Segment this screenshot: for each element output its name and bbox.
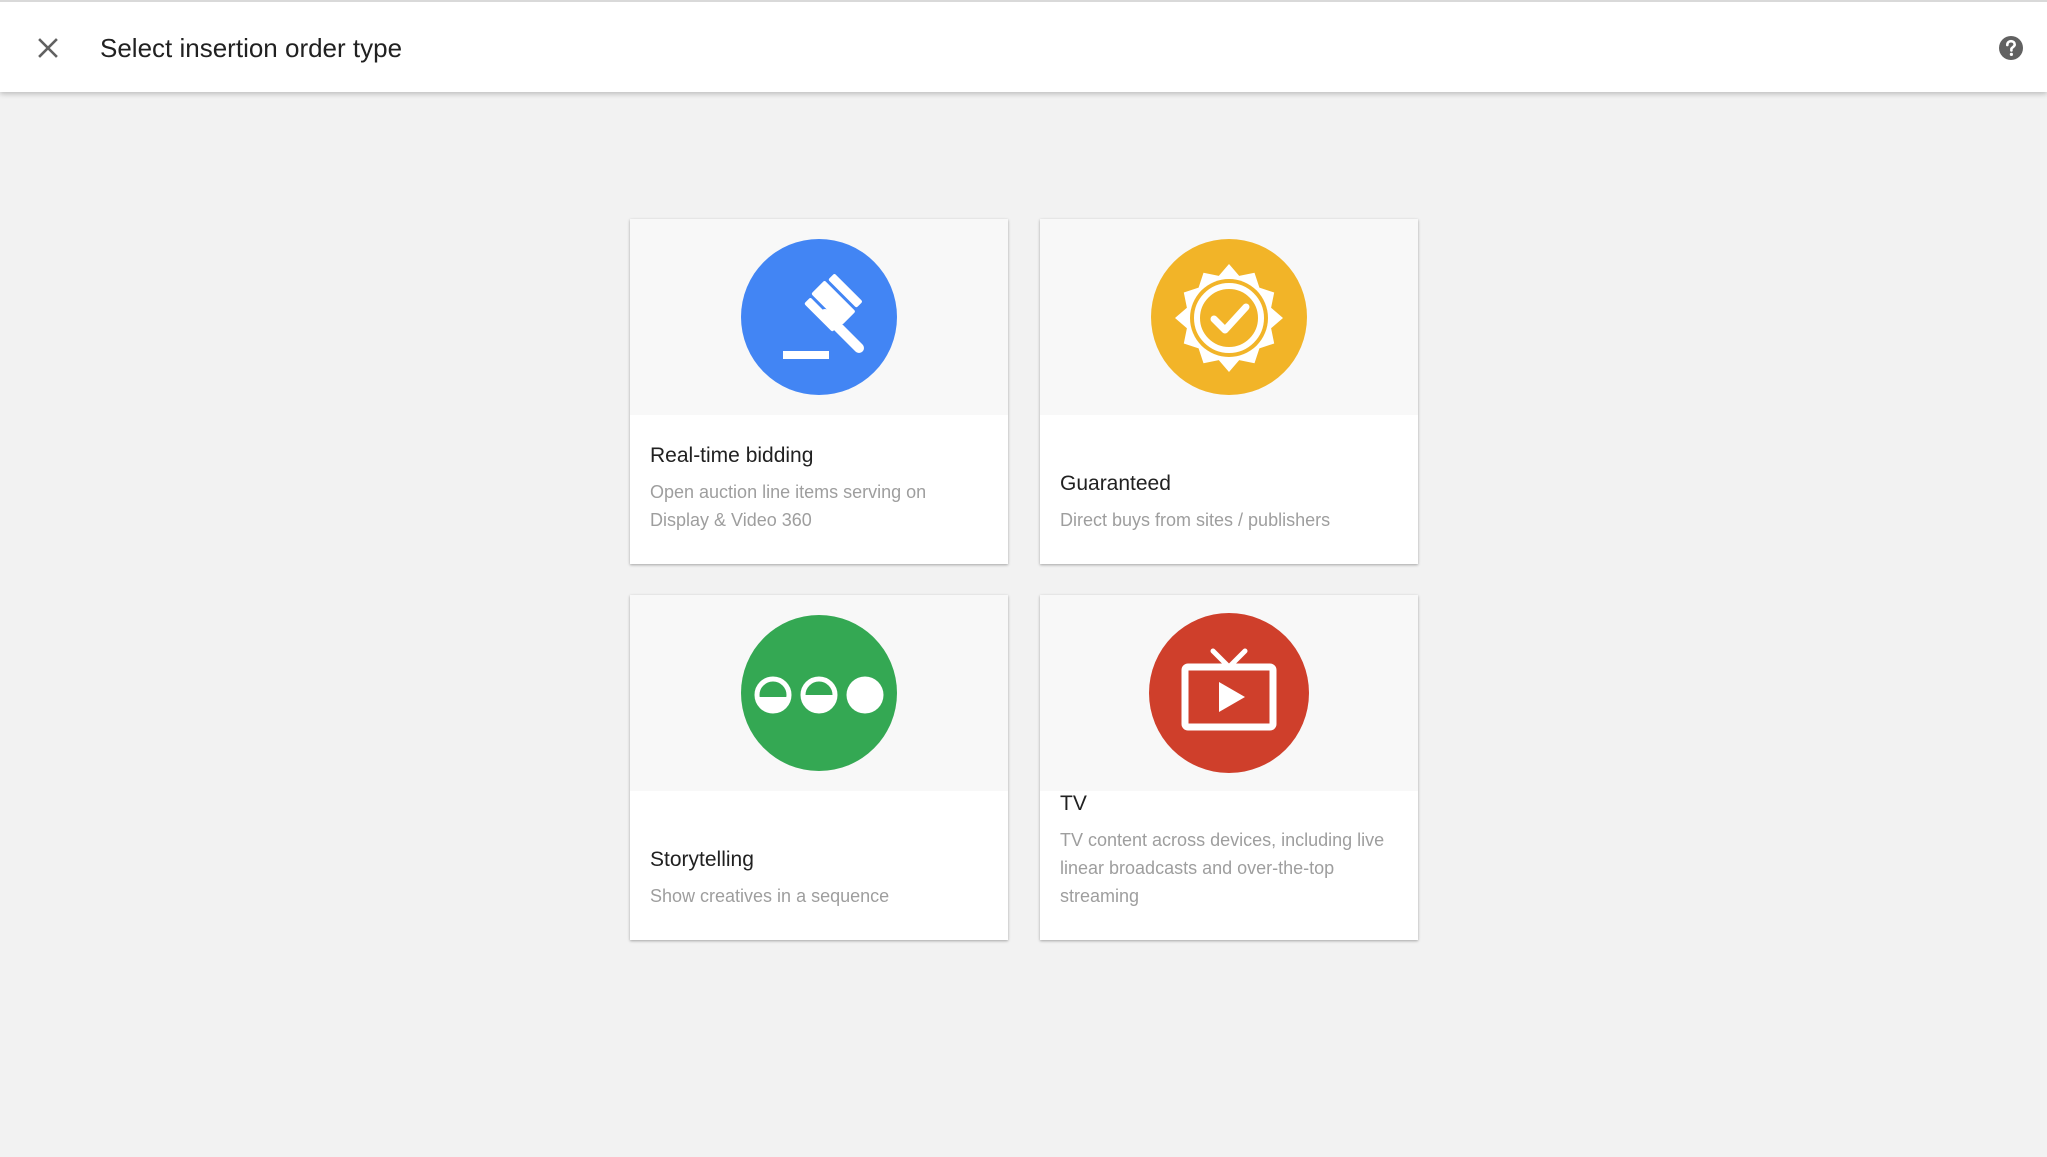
card-title: Real-time bidding xyxy=(650,444,814,467)
card-hero xyxy=(630,595,1008,791)
card-real-time-bidding[interactable]: Real-time bidding Open auction line item… xyxy=(630,219,1008,564)
card-title: Guaranteed xyxy=(1060,472,1171,495)
card-storytelling[interactable]: Storytelling Show creatives in a sequenc… xyxy=(630,595,1008,940)
card-description: TV content across devices, including liv… xyxy=(1060,830,1385,906)
tv-icon xyxy=(1149,613,1309,773)
card-description: Open auction line items serving on Displ… xyxy=(650,482,927,530)
card-tv[interactable]: TV TV content across devices, including … xyxy=(1040,595,1418,940)
help-button[interactable] xyxy=(1993,30,2029,66)
gavel-icon xyxy=(741,239,897,395)
card-title: Storytelling xyxy=(650,848,754,871)
card-body: TV TV content across devices, including … xyxy=(1060,790,1398,910)
card-title: TV xyxy=(1060,792,1087,815)
close-icon xyxy=(38,38,58,58)
verified-badge-icon xyxy=(1151,239,1307,395)
header-bar: Select insertion order type xyxy=(0,0,2047,92)
card-body: Guaranteed Direct buys from sites / publ… xyxy=(1060,470,1398,534)
page-title: Select insertion order type xyxy=(100,33,403,63)
card-body: Storytelling Show creatives in a sequenc… xyxy=(650,846,988,910)
sequence-icon xyxy=(741,615,897,771)
card-guaranteed[interactable]: Guaranteed Direct buys from sites / publ… xyxy=(1040,219,1418,564)
close-button[interactable] xyxy=(28,28,68,68)
card-hero xyxy=(1040,219,1418,415)
help-icon xyxy=(1999,36,2023,60)
card-body: Real-time bidding Open auction line item… xyxy=(650,442,988,534)
card-description: Direct buys from sites / publishers xyxy=(1060,510,1331,530)
card-hero xyxy=(1040,595,1418,791)
card-description: Show creatives in a sequence xyxy=(650,886,890,906)
card-hero xyxy=(630,219,1008,415)
